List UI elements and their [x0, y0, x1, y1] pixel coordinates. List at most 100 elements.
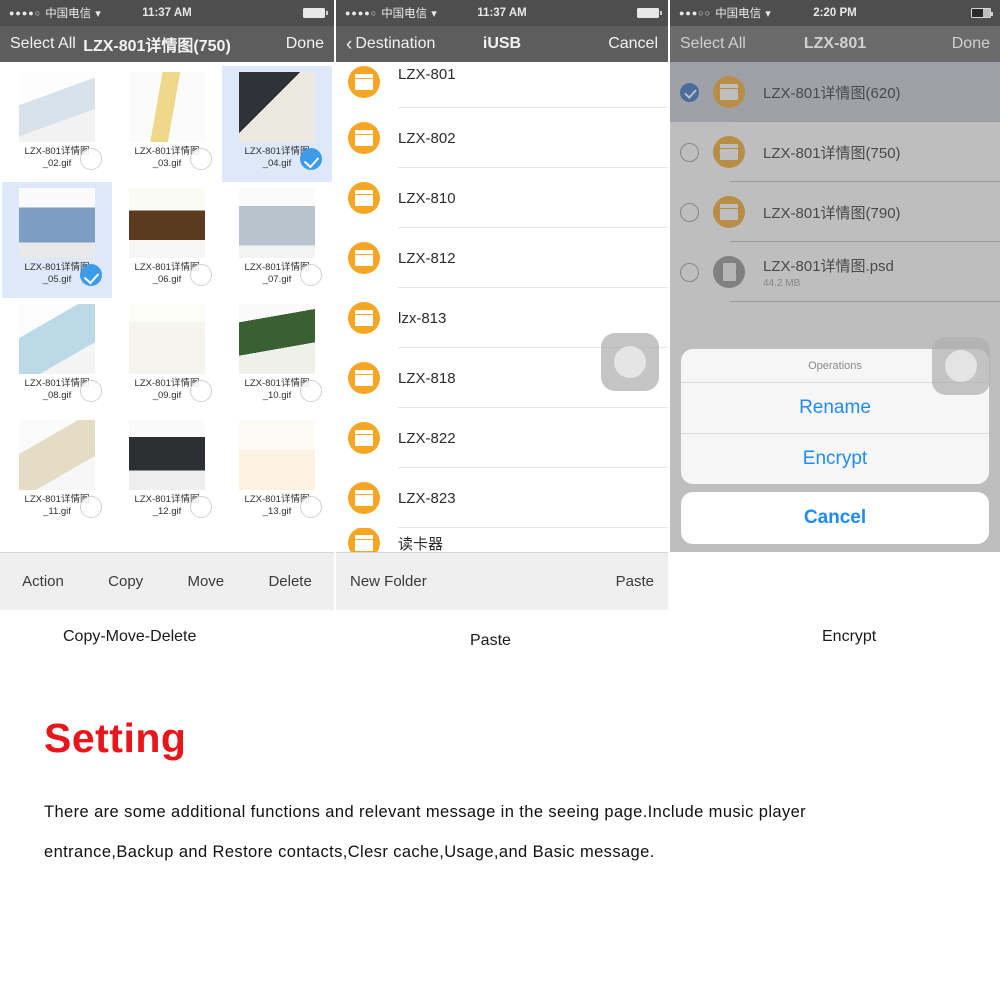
caption-copy-move-delete: Copy-Move-Delete: [63, 628, 197, 645]
thumbnail-image: [19, 72, 95, 142]
file-row-text: LZX-801详情图(750): [763, 142, 901, 163]
folder-icon: [348, 242, 380, 274]
list-item[interactable]: 读卡器: [336, 528, 668, 552]
grid-item[interactable]: LZX-801详情图 _03.gif: [112, 66, 222, 182]
assistive-touch-button[interactable]: [932, 337, 990, 395]
checkmark-icon[interactable]: [300, 148, 322, 170]
document-icon: [713, 256, 745, 288]
list-item-label: LZX-810: [398, 189, 456, 207]
thumbnail-image: [129, 420, 205, 490]
signal-dots-icon: ●●●●○: [345, 8, 378, 18]
cancel-button[interactable]: Cancel: [681, 492, 989, 544]
folder-icon: [348, 122, 380, 154]
folder-icon: [713, 76, 745, 108]
encrypt-button[interactable]: Encrypt: [681, 433, 989, 484]
list-item-label: LZX-822: [398, 429, 456, 447]
file-row[interactable]: LZX-801详情图.psd 44.2 MB: [670, 242, 1000, 302]
panel-paste: ●●●●○ 中国电信 ▾ 11:37 AM ‹ Destination iUSB …: [334, 0, 670, 610]
list-item[interactable]: LZX-810: [336, 168, 668, 228]
back-button-label: Destination: [355, 34, 436, 52]
move-button[interactable]: Move: [187, 573, 224, 590]
list-item[interactable]: LZX-822: [336, 408, 668, 468]
caption-paste: Paste: [470, 632, 511, 649]
grid-item[interactable]: LZX-801详情图 _02.gif: [2, 66, 112, 182]
done-button[interactable]: Done: [286, 35, 324, 53]
list-item[interactable]: LZX-812: [336, 228, 668, 288]
copy-button[interactable]: Copy: [108, 573, 143, 590]
thumbnail-image: [239, 72, 315, 142]
page-title: LZX-801详情图(750): [83, 38, 231, 55]
screenshot-panels: ●●●●○ 中国电信 ▾ 11:37 AM Select All LZX-801…: [0, 0, 1000, 610]
setting-heading: Setting: [44, 715, 187, 761]
file-list-container: LZX-801详情图(620) LZX-801详情图(750) LZX-801详情图…: [670, 62, 1000, 552]
battery-icon: [637, 8, 662, 18]
list-item-label: LZX-823: [398, 489, 456, 507]
action-button[interactable]: Action: [22, 573, 64, 590]
select-circle-icon[interactable]: [80, 496, 102, 518]
select-all-button[interactable]: Select All: [680, 35, 746, 53]
select-circle-icon[interactable]: [300, 496, 322, 518]
delete-button[interactable]: Delete: [268, 573, 311, 590]
select-circle-icon[interactable]: [80, 148, 102, 170]
file-row[interactable]: LZX-801详情图(790): [670, 182, 1000, 242]
select-circle-icon[interactable]: [190, 380, 212, 402]
select-circle-icon[interactable]: [190, 148, 212, 170]
new-folder-button[interactable]: New Folder: [350, 573, 427, 590]
file-list: LZX-801详情图(620) LZX-801详情图(750) LZX-801详情图…: [670, 62, 1000, 302]
radio-icon[interactable]: [680, 202, 699, 222]
assistive-touch-button[interactable]: [601, 333, 659, 391]
grid-item[interactable]: LZX-801详情图 _10.gif: [222, 298, 332, 414]
folder-icon: [348, 182, 380, 214]
radio-icon[interactable]: [680, 142, 699, 162]
radio-icon[interactable]: [680, 262, 699, 282]
list-item-label: LZX-801: [398, 66, 456, 83]
grid-item[interactable]: LZX-801详情图 _05.gif: [2, 182, 112, 298]
select-circle-icon[interactable]: [300, 264, 322, 286]
select-circle-icon[interactable]: [190, 264, 212, 286]
thumbnail-image: [19, 304, 95, 374]
file-size-label: 44.2 MB: [763, 278, 801, 289]
done-button[interactable]: Done: [952, 35, 990, 53]
grid-item[interactable]: LZX-801详情图 _04.gif: [222, 66, 332, 182]
chevron-left-icon: ‹: [346, 33, 353, 55]
file-row-text: LZX-801详情图(620): [763, 82, 901, 103]
file-name-label: LZX-801详情图(620): [763, 84, 901, 102]
signal-dots-icon: ●●●●○: [9, 8, 42, 18]
list-item[interactable]: LZX-802: [336, 108, 668, 168]
grid-item[interactable]: LZX-801详情图 _12.gif: [112, 414, 222, 530]
select-circle-icon[interactable]: [190, 496, 212, 518]
setting-section: Setting There are some additional functi…: [0, 690, 1000, 872]
status-bar: ●●●○○ 中国电信 ▾ 2:20 PM: [670, 0, 1000, 26]
nav-bar: ‹ Destination iUSB Cancel: [336, 26, 668, 62]
carrier-label: 中国电信: [715, 8, 762, 20]
thumbnail-image: [19, 188, 95, 258]
select-circle-icon[interactable]: [300, 380, 322, 402]
file-row[interactable]: LZX-801详情图(750): [670, 122, 1000, 182]
bottom-toolbar: Action Copy Move Delete: [0, 552, 334, 610]
grid-item[interactable]: LZX-801详情图 _07.gif: [222, 182, 332, 298]
list-item[interactable]: LZX-801: [336, 64, 668, 108]
grid-item[interactable]: LZX-801详情图 _06.gif: [112, 182, 222, 298]
grid-item[interactable]: LZX-801详情图 _09.gif: [112, 298, 222, 414]
wifi-icon: ▾: [95, 7, 101, 20]
select-all-button[interactable]: Select All: [10, 35, 76, 53]
cancel-button[interactable]: Cancel: [608, 35, 658, 53]
file-row[interactable]: LZX-801详情图(620): [670, 62, 1000, 122]
grid-item[interactable]: LZX-801详情图 _13.gif: [222, 414, 332, 530]
thumbnail-image: [129, 304, 205, 374]
folder-icon: [713, 196, 745, 228]
panel-encrypt: ●●●○○ 中国电信 ▾ 2:20 PM Select All LZX-801 …: [670, 0, 1000, 610]
list-item[interactable]: LZX-823: [336, 468, 668, 528]
grid-item[interactable]: LZX-801详情图 _11.gif: [2, 414, 112, 530]
list-item-label: LZX-802: [398, 129, 456, 147]
carrier-label: 中国电信: [45, 8, 92, 20]
folder-icon: [713, 136, 745, 168]
checkmark-icon[interactable]: [80, 264, 102, 286]
paste-button[interactable]: Paste: [616, 573, 654, 590]
wifi-icon: ▾: [431, 7, 437, 20]
back-button[interactable]: ‹ Destination: [346, 35, 435, 54]
folder-icon: [348, 302, 380, 334]
checkmark-icon[interactable]: [680, 82, 699, 102]
grid-item[interactable]: LZX-801详情图 _08.gif: [2, 298, 112, 414]
select-circle-icon[interactable]: [80, 380, 102, 402]
